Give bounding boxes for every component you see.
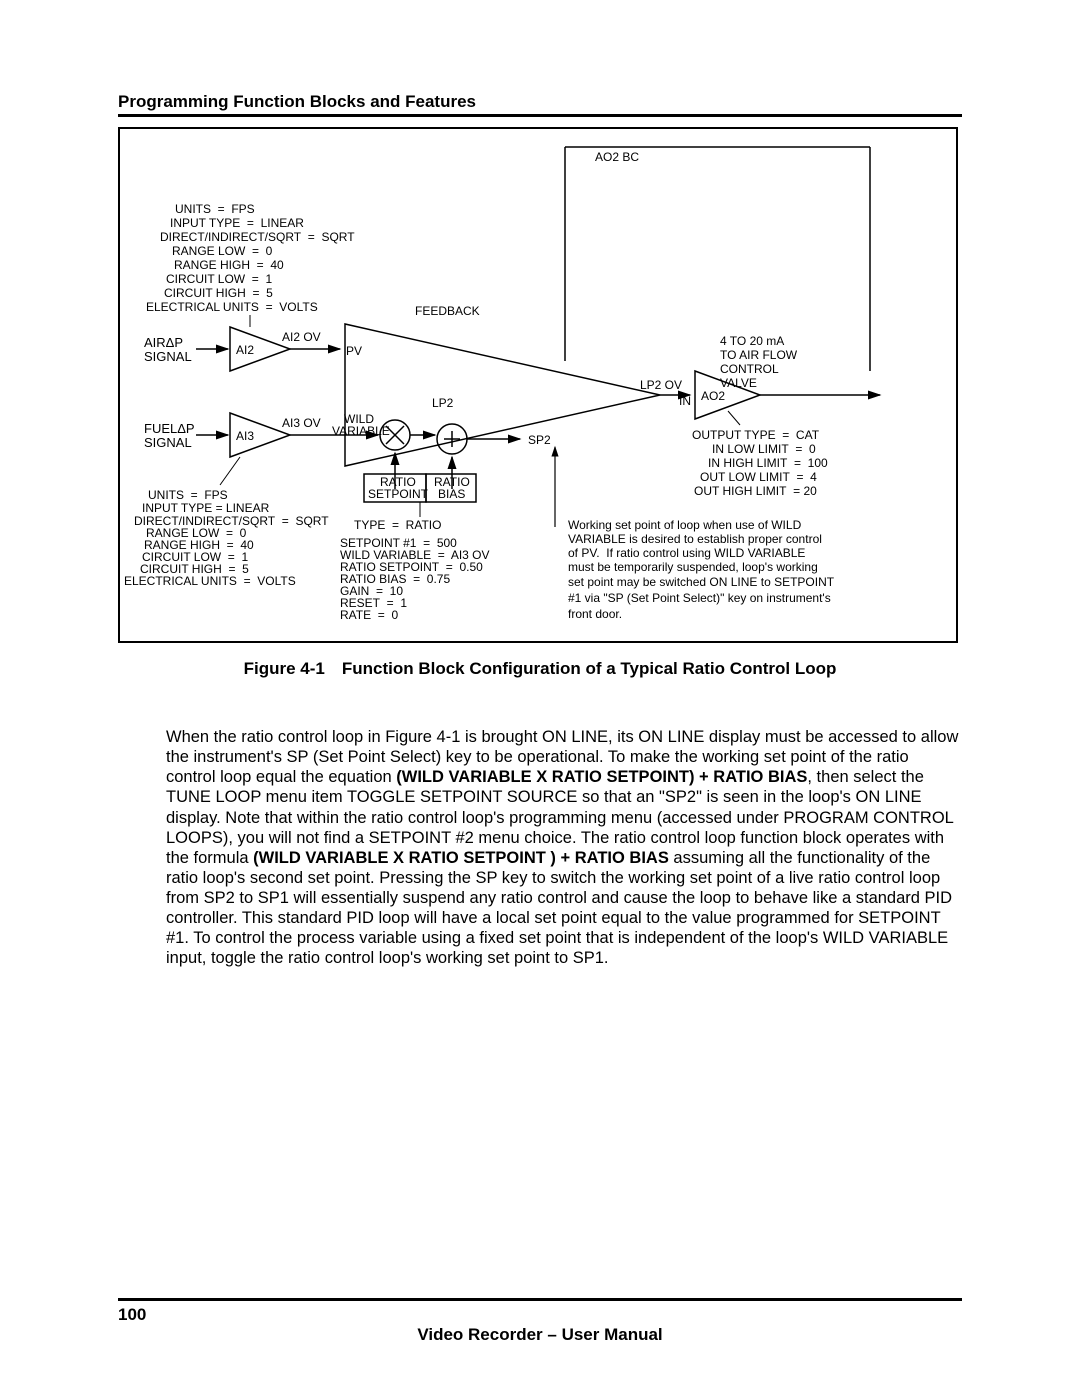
ao2-in-label: IN — [679, 394, 691, 408]
lp2-cfg-l8: RATE = 0 — [340, 608, 398, 622]
ai2-cfg-l7: CIRCUIT HIGH = 5 — [164, 286, 273, 300]
ao2-name: AO2 — [701, 389, 725, 403]
figure-diagram: AO2 BC UNITS = FPS INPUT TYPE = LINEAR D… — [118, 127, 958, 643]
ratio-setpoint-l2: SETPOINT — [368, 487, 429, 501]
footer-doc-title: Video Recorder – User Manual — [118, 1325, 962, 1345]
ai2-cfg-l8: ELECTRICAL UNITS = VOLTS — [146, 300, 318, 314]
sp2-label: SP2 — [528, 433, 551, 447]
lp2-ov-label: LP2 OV — [640, 378, 682, 392]
note-l4: must be temporarily suspended, loop's wo… — [568, 560, 818, 574]
note-l3: of PV. If ratio control using WILD VARIA… — [568, 546, 805, 560]
note-l2: VARIABLE is desired to establish proper … — [568, 532, 822, 546]
ao2-cfg-l1: OUTPUT TYPE = CAT — [692, 428, 820, 442]
out-l1: 4 TO 20 mA — [720, 334, 784, 348]
section-title: Programming Function Blocks and Features — [118, 92, 962, 112]
page-footer: 100 Video Recorder – User Manual — [118, 1298, 962, 1325]
ai2-cfg-l6: CIRCUIT LOW = 1 — [166, 272, 272, 286]
note-l1: Working set point of loop when use of WI… — [568, 518, 802, 532]
feedback-label: FEEDBACK — [415, 304, 480, 318]
ai3-cfg-l1: UNITS = FPS — [148, 488, 228, 502]
ai2-cfg-l5: RANGE HIGH = 40 — [174, 258, 284, 272]
figure-caption: Figure 4-1 Function Block Configuration … — [118, 659, 962, 679]
air-signal-l2: SIGNAL — [144, 349, 192, 364]
out-l4: VALVE — [720, 376, 757, 390]
label-ao2-bc: AO2 BC — [595, 150, 639, 164]
ai3-ov-label: AI3 OV — [282, 416, 321, 430]
footer-rule — [118, 1298, 962, 1301]
ai2-cfg-l1: UNITS = FPS — [175, 202, 255, 216]
note-l7: front door. — [568, 607, 622, 621]
fuel-signal-l1: FUELΔP — [144, 421, 195, 436]
body-p1b: (WILD VARIABLE X RATIO SETPOINT) + RATIO… — [396, 768, 807, 786]
ai2-name: AI2 — [236, 343, 254, 357]
note-l6: #1 via "SP (Set Point Select)" key on in… — [568, 591, 831, 605]
ai2-cfg-l4: RANGE LOW = 0 — [172, 244, 273, 258]
lp2-label: LP2 — [432, 396, 454, 410]
page-number: 100 — [118, 1305, 146, 1325]
ai3-name: AI3 — [236, 429, 254, 443]
ai3-cfg-l2: INPUT TYPE = LINEAR — [142, 501, 270, 515]
fuel-signal-l2: SIGNAL — [144, 435, 192, 450]
body-paragraph: When the ratio control loop in Figure 4-… — [166, 727, 962, 969]
ao2-cfg-l2: IN LOW LIMIT = 0 — [712, 442, 816, 456]
lp2-cfg-l1: TYPE = RATIO — [354, 518, 441, 532]
ratio-bias-l2: BIAS — [438, 487, 465, 501]
out-l2: TO AIR FLOW — [720, 348, 798, 362]
ao2-cfg-l3: IN HIGH LIMIT = 100 — [708, 456, 828, 470]
ai2-cfg-l3: DIRECT/INDIRECT/SQRT = SQRT — [160, 230, 355, 244]
ao2-cfg-l4: OUT LOW LIMIT = 4 — [700, 470, 817, 484]
ai2-cfg-l2: INPUT TYPE = LINEAR — [170, 216, 304, 230]
ai3-cfg-l8: ELECTRICAL UNITS = VOLTS — [124, 574, 296, 588]
header-rule — [118, 114, 962, 117]
ao2-cfg-l5: OUT HIGH LIMIT = 20 — [694, 484, 817, 498]
ai2-ov-label: AI2 OV — [282, 330, 321, 344]
air-signal-l1: AIRΔP — [144, 335, 183, 350]
note-l5: set point may be switched ON LINE to SET… — [568, 575, 835, 589]
body-p1d: (WILD VARIABLE X RATIO SETPOINT ) + RATI… — [253, 849, 669, 867]
pv-label: PV — [346, 344, 362, 358]
out-l3: CONTROL — [720, 362, 779, 376]
